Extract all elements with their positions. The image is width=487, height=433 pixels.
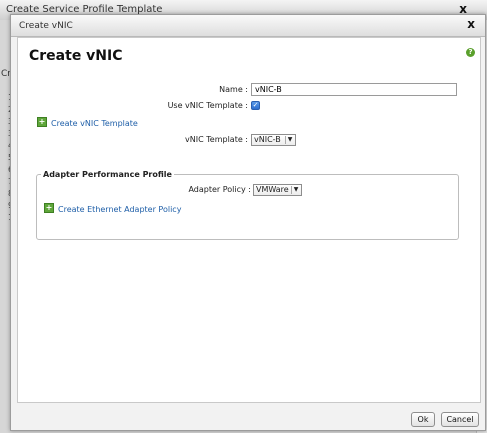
create-vnic-template-link[interactable]: Create vNIC Template	[51, 119, 138, 128]
adapter-performance-profile-legend: Adapter Performance Profile	[41, 170, 174, 179]
help-icon[interactable]: ?	[466, 48, 475, 57]
vnic-template-selected-value: vNIC-B	[254, 135, 281, 144]
create-template-plus-icon[interactable]: +	[37, 117, 47, 127]
adapter-policy-select[interactable]: VMWare ▼	[253, 184, 302, 196]
chevron-down-icon: ▼	[291, 186, 300, 194]
name-input[interactable]	[251, 83, 457, 96]
dialog-title: Create vNIC	[19, 21, 73, 31]
dialog-titlebar[interactable]: Create vNIC x	[11, 15, 485, 37]
vnic-template-label: vNIC Template :	[185, 135, 248, 144]
page-title: Create vNIC	[29, 48, 123, 64]
name-label: Name :	[219, 85, 248, 94]
adapter-performance-profile-group: Adapter Performance Profile Adapter Poli…	[36, 170, 459, 240]
chevron-down-icon: ▼	[285, 136, 294, 144]
cancel-button[interactable]: Cancel	[441, 412, 479, 427]
create-policy-plus-icon[interactable]: +	[44, 203, 54, 213]
dialog-close-icon[interactable]: x	[467, 17, 475, 31]
create-vnic-dialog: Create vNIC x Create vNIC ? Name : Use v…	[10, 14, 486, 431]
ok-button[interactable]: Ok	[411, 412, 435, 427]
use-template-label: Use vNIC Template :	[167, 101, 248, 110]
create-ethernet-adapter-policy-link[interactable]: Create Ethernet Adapter Policy	[58, 205, 181, 214]
adapter-policy-label: Adapter Policy :	[188, 185, 251, 194]
dialog-content: Create vNIC ? Name : Use vNIC Template :…	[17, 37, 481, 403]
adapter-policy-selected-value: VMWare	[256, 185, 289, 194]
vnic-template-select[interactable]: vNIC-B ▼	[251, 134, 296, 146]
use-template-checkbox[interactable]: ✓	[251, 101, 260, 110]
